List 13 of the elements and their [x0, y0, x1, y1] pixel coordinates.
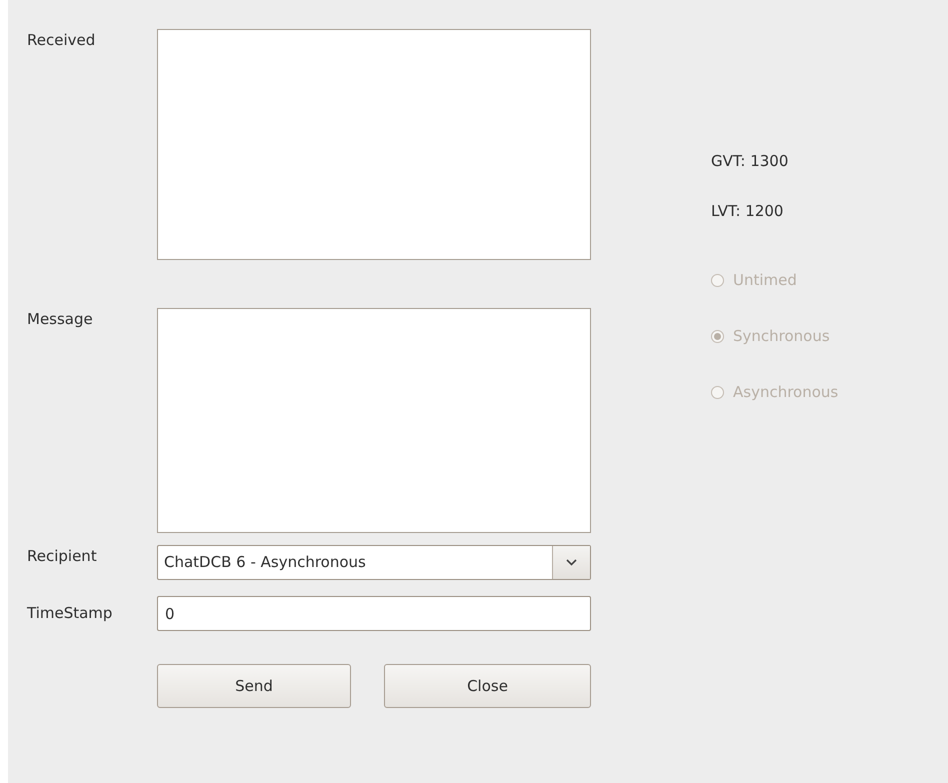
recipient-label: Recipient	[27, 546, 98, 567]
timestamp-field[interactable]: 0	[157, 596, 591, 631]
close-button[interactable]: Close	[384, 664, 591, 708]
gvt-text: GVT: 1300	[711, 152, 790, 172]
lvt-text: LVT: 1200	[711, 202, 784, 222]
message-label: Message	[27, 309, 94, 330]
send-button[interactable]: Send	[157, 664, 351, 708]
chevron-down-icon	[566, 559, 577, 566]
received-text-area[interactable]	[157, 29, 591, 260]
message-text-area[interactable]	[157, 308, 591, 533]
timestamp-label: TimeStamp	[27, 603, 114, 624]
recipient-dropdown[interactable]: ChatDCB 6 - Asynchronous	[157, 545, 591, 580]
received-label: Received	[27, 30, 96, 51]
